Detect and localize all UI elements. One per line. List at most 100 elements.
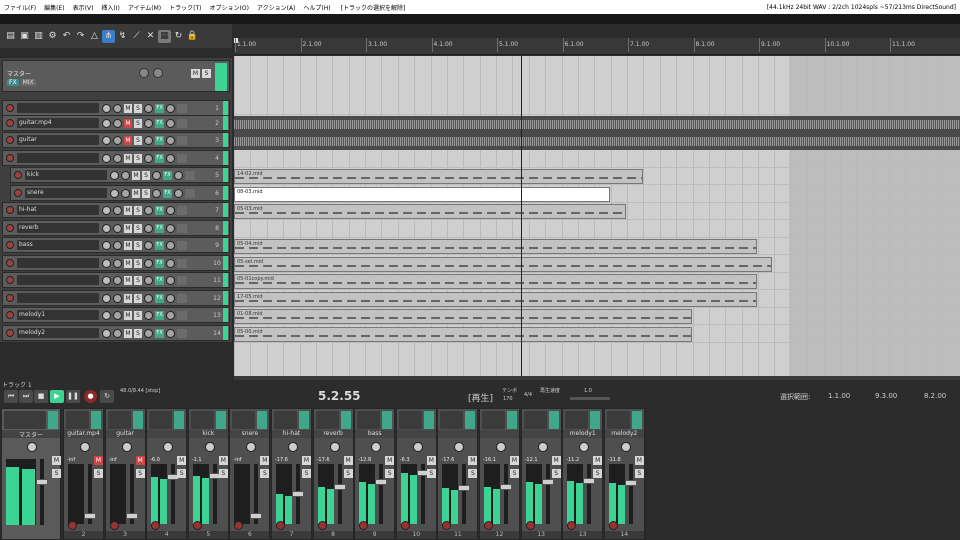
track-header[interactable]: guitar M S FX 3 (2, 132, 230, 148)
solo-button[interactable]: S (260, 469, 270, 478)
fx-slot[interactable] (382, 411, 393, 429)
track-name[interactable]: snere (25, 188, 107, 198)
solo-button[interactable]: S (135, 469, 145, 478)
master-track[interactable]: マスター FX MIX M S (2, 60, 230, 92)
solo-button[interactable]: S (593, 469, 603, 478)
record-button[interactable]: ● (84, 390, 97, 403)
io-slot[interactable] (66, 411, 89, 429)
pan-knob[interactable] (412, 442, 423, 452)
phase-icon[interactable] (152, 170, 161, 180)
volume-knob[interactable] (110, 188, 119, 198)
mixer-strip[interactable]: snere -inf M S 6 (229, 408, 271, 540)
position-readout[interactable]: 5.2.55 (318, 389, 361, 403)
record-arm-button[interactable] (234, 521, 244, 530)
record-arm-button[interactable] (6, 259, 14, 267)
midi-item[interactable]: 08-03.mid (234, 187, 610, 202)
menu-item[interactable]: 挿入(I) (97, 3, 123, 12)
solo-button[interactable]: S (177, 469, 187, 478)
pan-knob[interactable] (329, 442, 340, 452)
track-header[interactable]: M S FX 4 (2, 150, 230, 166)
fader-handle[interactable] (292, 491, 304, 497)
fx-slot[interactable] (91, 411, 101, 429)
volume-knob[interactable] (102, 275, 111, 285)
volume-fader[interactable] (541, 464, 554, 524)
mute-button[interactable]: M (426, 456, 436, 465)
fx-button[interactable]: FX (155, 310, 164, 320)
mixer-strip[interactable]: -12.1 M S 13 (520, 408, 562, 540)
playrate-slider[interactable] (570, 397, 610, 400)
track-header[interactable]: snere M S FX 6 (10, 185, 230, 201)
volume-fader[interactable] (250, 464, 263, 524)
record-arm-button[interactable] (6, 224, 14, 232)
fx-slot[interactable] (257, 411, 268, 429)
redo-icon[interactable]: ↷ (74, 30, 87, 43)
fx-slot[interactable] (631, 411, 642, 429)
mute-button[interactable]: M (124, 118, 132, 128)
midi-item[interactable]: 01-08.mid (234, 309, 692, 324)
record-arm-button[interactable] (525, 521, 535, 530)
mixer-strip[interactable]: bass -12.8 M S 9 (354, 408, 396, 540)
fx-button[interactable]: FX (155, 205, 164, 215)
io-slot[interactable] (398, 411, 422, 429)
track-header[interactable]: M S FX 1 (2, 100, 230, 116)
midi-item[interactable]: 05-01copy.mid (234, 274, 757, 289)
routing-button[interactable] (177, 258, 187, 268)
phase-icon[interactable] (144, 275, 153, 285)
solo-button[interactable]: S (134, 103, 142, 113)
track-name[interactable]: guitar (17, 135, 99, 145)
record-arm-button[interactable] (567, 521, 577, 530)
arrange-view[interactable]: 14-02.mid 08-03.mid 05-03.mid 05-04.mid 05-s… (234, 56, 960, 376)
track-name[interactable]: bass (17, 240, 99, 250)
io-slot[interactable] (606, 411, 630, 429)
audio-item[interactable] (234, 116, 960, 133)
pan-knob[interactable] (246, 442, 257, 452)
pan-knob[interactable] (454, 442, 465, 452)
fx-bypass-icon[interactable] (166, 258, 175, 268)
phase-icon[interactable] (144, 118, 153, 128)
fx-bypass-icon[interactable] (166, 153, 175, 163)
solo-button[interactable]: S (218, 469, 228, 478)
time-signature[interactable]: 4/4 (524, 392, 532, 399)
phase-icon[interactable] (144, 223, 153, 233)
pan-knob[interactable] (113, 275, 122, 285)
volume-knob[interactable] (102, 205, 111, 215)
mute-button[interactable]: M (551, 456, 561, 465)
routing-button[interactable] (177, 293, 187, 303)
solo-button[interactable]: S (142, 170, 150, 180)
fx-button[interactable]: FX (155, 135, 164, 145)
master-pan-knob[interactable] (153, 68, 163, 78)
record-arm-button[interactable] (14, 171, 22, 179)
mute-button[interactable]: M (124, 275, 132, 285)
track-header[interactable]: kick M S FX 5 (10, 167, 230, 183)
fx-button[interactable]: FX (163, 170, 172, 180)
record-arm-button[interactable] (6, 311, 14, 319)
fx-slot[interactable] (340, 411, 351, 429)
go-to-start-button[interactable]: ⏮ (4, 390, 18, 403)
mute-button[interactable]: M (343, 456, 353, 465)
master-pan-knob[interactable] (27, 442, 37, 452)
phase-icon[interactable] (144, 328, 153, 338)
solo-button[interactable]: S (134, 223, 142, 233)
mixer-strip[interactable]: guitar -inf M S 3 (104, 408, 146, 540)
fx-button[interactable]: FX (155, 293, 164, 303)
volume-knob[interactable] (102, 240, 111, 250)
solo-button[interactable]: S (134, 328, 142, 338)
fader-handle[interactable] (375, 479, 388, 485)
fader-handle[interactable] (333, 484, 346, 490)
volume-fader[interactable] (500, 464, 512, 524)
io-slot[interactable] (232, 411, 256, 429)
mute-button[interactable]: M (468, 456, 478, 465)
fx-bypass-icon[interactable] (166, 275, 175, 285)
io-slot[interactable] (440, 411, 464, 429)
fader-handle[interactable] (624, 480, 637, 486)
master-fx-slot[interactable] (48, 411, 58, 429)
mute-button[interactable]: M (124, 258, 132, 268)
master-io-button[interactable]: MIX (20, 79, 36, 86)
fader-handle[interactable] (250, 513, 263, 519)
volume-knob[interactable] (102, 293, 111, 303)
volume-fader[interactable] (624, 464, 637, 524)
routing-button[interactable] (177, 153, 187, 163)
routing-button[interactable] (177, 135, 187, 145)
io-slot[interactable] (190, 411, 214, 429)
pan-knob[interactable] (163, 442, 174, 452)
